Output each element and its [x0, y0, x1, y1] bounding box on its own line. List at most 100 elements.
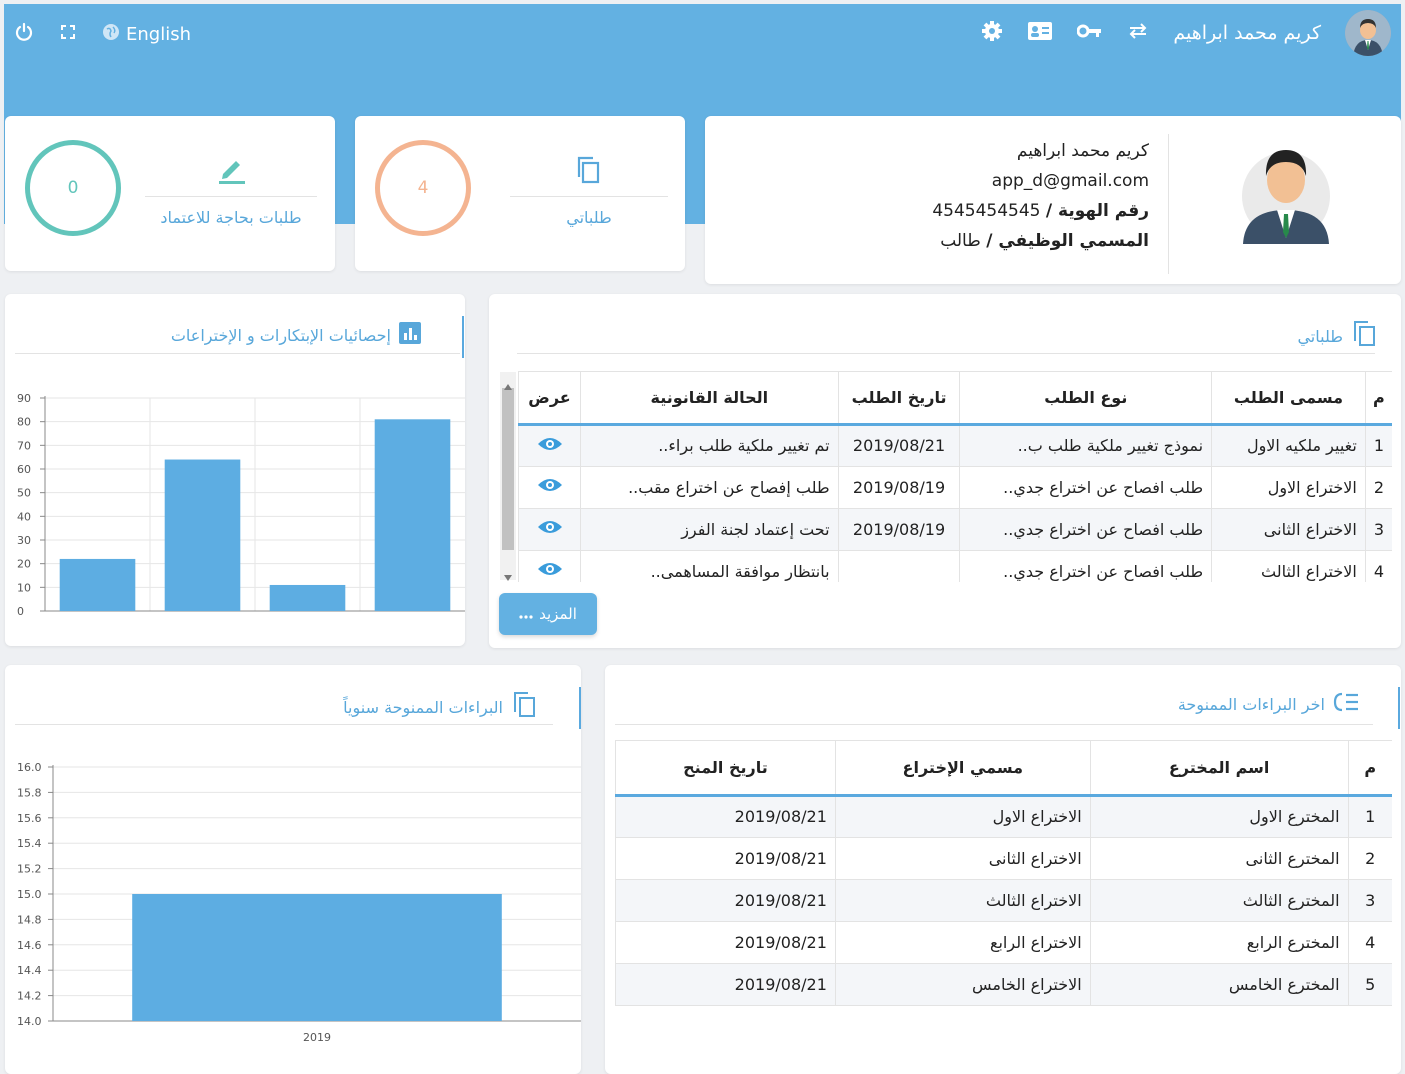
my-requests-count-circle: 4 [375, 140, 471, 236]
grant-date: 2019/08/21 [615, 963, 836, 1006]
y-tick-label: 14.0 [17, 1015, 42, 1028]
y-tick-label: 15.4 [17, 837, 42, 850]
key-icon[interactable] [1076, 23, 1103, 43]
row-number: 2 [1347, 837, 1392, 880]
y-tick-label: 15.6 [17, 812, 42, 825]
inventor-name: المخترع الاول [1089, 795, 1349, 838]
y-tick-label: 80 [17, 416, 31, 429]
fullscreen-icon[interactable] [58, 22, 78, 47]
request-type: طلب افصاح عن اختراع جدي.. [959, 550, 1212, 582]
requests-scroll-thumb[interactable] [502, 388, 514, 550]
scroll-up-icon[interactable] [504, 375, 512, 394]
requests-table-viewport: م مسمى الطلب نوع الطلب تاريخ الطلب الحال… [518, 371, 1392, 582]
request-name: تغيير ملكيه الاول [1211, 424, 1366, 467]
stat-separator [145, 196, 317, 197]
invention-name: الاختراع الخامس [834, 963, 1091, 1006]
invention-name: الاختراع الرابع [834, 921, 1091, 964]
profile-id-row: رقم الهوية / 4545454545 [932, 196, 1149, 226]
language-switch[interactable]: English [102, 23, 191, 46]
power-icon[interactable] [14, 22, 34, 47]
y-tick-label: 14.8 [17, 913, 42, 926]
latest-patents-title: اخر البراءات الممنوحة [1178, 691, 1359, 717]
view-cell [518, 424, 581, 467]
title-accent-bar [579, 687, 581, 729]
latest-patents-title-text: اخر البراءات الممنوحة [1177, 694, 1325, 714]
y-tick-label: 15.8 [17, 786, 42, 799]
grant-date: 2019/08/21 [615, 795, 836, 838]
pencil-icon [215, 153, 247, 189]
col-header: مسمى الطلب [1211, 372, 1366, 426]
col-header: م [1364, 372, 1392, 426]
bar-chart-icon [399, 322, 421, 348]
profile-name: كريم محمد ابراهيم [1016, 141, 1149, 161]
requests-table: م مسمى الطلب نوع الطلب تاريخ الطلب الحال… [518, 372, 1392, 582]
row-number: 5 [1347, 963, 1392, 1006]
my-requests-card[interactable]: 4 طلباتي [355, 116, 685, 271]
profile-id-value: 4545454545 [932, 201, 1041, 221]
exchange-icon[interactable] [1127, 22, 1149, 44]
requests-title: طلباتي [1297, 320, 1377, 352]
y-tick-label: 15.0 [17, 888, 42, 901]
grant-date: 2019/08/21 [615, 879, 836, 922]
y-tick-label: 50 [17, 487, 31, 500]
request-status: تحت إعتماد لجنة الفرز [580, 508, 839, 551]
nav-left-tools: English [14, 22, 191, 47]
my-requests-count: 4 [417, 178, 429, 198]
profile-job-label: المسمي الوظيفي / [986, 231, 1149, 251]
inventions-stats-title: إحصائيات الإبتكارات و الإختراعات [171, 322, 421, 348]
row-number: 3 [1347, 879, 1392, 922]
table-row: 4 المخترع الرابع الاختراع الرابع 2019/08… [615, 921, 1392, 964]
inventions-bar-chart: 0 10 20 30 40 50 60 70 80 90 [17, 392, 465, 618]
inventions-stats-title-text: إحصائيات الإبتكارات و الإختراعات [170, 325, 391, 345]
user-avatar[interactable] [1345, 10, 1391, 56]
y-tick-label: 15.2 [17, 863, 42, 876]
eye-icon[interactable] [537, 562, 563, 581]
col-header: مسمي الإختراع [834, 741, 1091, 797]
profile-email: app_d@gmail.com [991, 171, 1149, 191]
user-name[interactable]: كريم محمد ابراهيم [1173, 22, 1321, 44]
col-header: تاريخ الطلب [837, 372, 960, 426]
y-tick-label: 0 [17, 605, 24, 618]
yearly-patents-bar-chart: 14.0 14.2 14.4 14.6 14.8 15.0 15.2 15.4 15.6 15.8… [17, 761, 581, 1044]
top-nav: English كريم محمد ابراهيم [4, 4, 1401, 64]
bar [132, 894, 502, 1021]
request-date [837, 550, 960, 582]
scroll-down-icon[interactable] [504, 566, 512, 585]
pending-approvals-card[interactable]: 0 طلبات بحاجة للاعتماد [5, 116, 335, 271]
profile-job-row: المسمي الوظيفي / طالب [932, 226, 1149, 256]
y-tick-label: 14.6 [17, 939, 42, 952]
invention-name: الاختراع الثانى [834, 837, 1091, 880]
view-cell [518, 550, 581, 582]
row-number: 3 [1364, 508, 1392, 551]
nav-right-tools: كريم محمد ابراهيم [981, 10, 1391, 56]
profile-card: كريم محمد ابراهيم app_d@gmail.com رقم ال… [705, 116, 1401, 284]
eye-icon[interactable] [537, 437, 563, 456]
id-card-icon[interactable] [1027, 21, 1053, 45]
request-name: الاختراع الثالث [1211, 550, 1366, 582]
row-number: 1 [1364, 424, 1392, 467]
request-type: طلب افصاح عن اختراع جدي.. [959, 508, 1212, 551]
eye-icon[interactable] [537, 478, 563, 497]
globe-icon [102, 23, 120, 46]
requests-header-row: م مسمى الطلب نوع الطلب تاريخ الطلب الحال… [518, 372, 1392, 426]
table-row: 2 المخترع الثانى الاختراع الثانى 2019/08… [615, 837, 1392, 880]
table-row: 1 المخترع الاول الاختراع الاول 2019/08/2… [615, 795, 1392, 838]
request-type: طلب افصاح عن اختراع جدي.. [959, 466, 1212, 509]
table-row: 2 الاختراع الاول طلب افصاح عن اختراع جدي… [518, 466, 1392, 509]
y-tick-label: 30 [17, 534, 31, 547]
gear-icon[interactable] [981, 20, 1003, 46]
inventor-name: المخترع الثانى [1089, 837, 1349, 880]
inventions-stats-card: إحصائيات الإبتكارات و الإختراعات 0 10 20 30… [5, 294, 465, 646]
row-number: 1 [1347, 795, 1392, 838]
more-button[interactable]: المزيد [499, 593, 597, 635]
inventor-name: المخترع الرابع [1089, 921, 1349, 964]
request-status: طلب إفصاح عن اختراع مقب.. [580, 466, 839, 509]
title-underline [615, 724, 1373, 725]
pending-count-circle: 0 [25, 140, 121, 236]
copy-icon [574, 154, 602, 190]
request-type: نموذج تغيير ملكية طلب ب.. [959, 424, 1212, 467]
table-row: 4 الاختراع الثالث طلب افصاح عن اختراع جد… [518, 550, 1392, 582]
eye-icon[interactable] [537, 520, 563, 539]
request-status: بانتظار موافقة المساهمى.. [580, 550, 839, 582]
pending-label: طلبات بحاجة للاعتماد [160, 208, 302, 227]
